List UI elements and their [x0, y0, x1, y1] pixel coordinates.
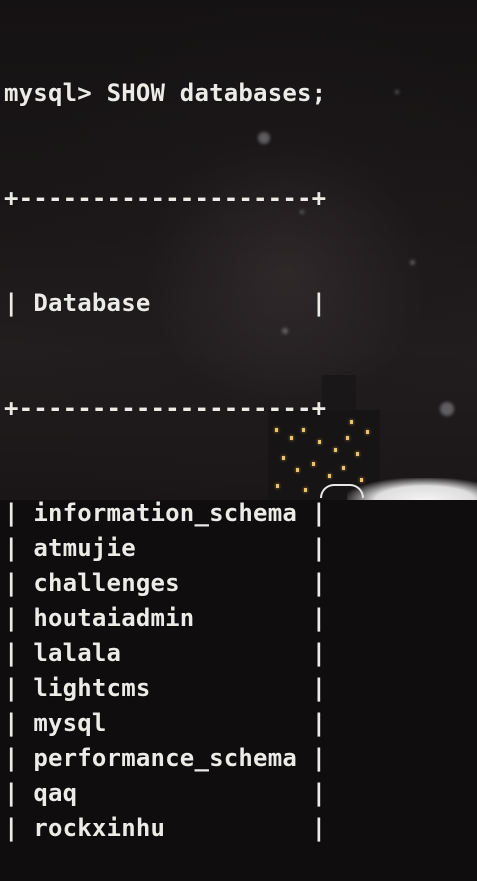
database-name: atmujie — [33, 534, 136, 562]
table-row: | mysql | — [4, 709, 327, 737]
database-name: challenges — [33, 569, 180, 597]
lit-window — [350, 420, 353, 424]
command-line: mysql> SHOW databases; — [4, 76, 326, 111]
lit-window — [346, 436, 349, 440]
database-name: qaq — [33, 779, 78, 807]
database-name: information_schema — [33, 499, 297, 527]
table-header-row: | Database | — [4, 289, 327, 317]
table-row: | performance_schema | — [4, 744, 327, 772]
table-border-mid: +--------------------+ — [4, 394, 327, 422]
mysql-prompt: mysql> — [4, 79, 92, 107]
database-name: houtaiadmin — [33, 604, 195, 632]
lit-window — [356, 452, 359, 456]
database-name: performance_schema — [33, 744, 297, 772]
lit-window — [366, 430, 369, 434]
table-row: | houtaiadmin | — [4, 604, 327, 632]
command-text: SHOW databases; — [106, 79, 327, 107]
database-name: lalala — [33, 639, 122, 667]
table-row: | atmujie | — [4, 534, 327, 562]
table-rows: | information_schema | | atmujie | | chall… — [4, 496, 326, 846]
lit-window — [342, 466, 345, 470]
table-row: | challenges | — [4, 569, 327, 597]
cat-decoration — [347, 478, 477, 500]
table-border-top: +--------------------+ — [4, 184, 327, 212]
lit-window — [328, 474, 331, 478]
database-name: lightcms — [33, 674, 151, 702]
lit-window — [334, 448, 337, 452]
snowflake — [395, 90, 399, 94]
table-row: | qaq | — [4, 779, 327, 807]
table-row: | rockxinhu | — [4, 814, 327, 842]
database-name: rockxinhu — [33, 814, 166, 842]
column-header-database: Database — [33, 289, 151, 317]
table-row: | lalala | — [4, 639, 327, 667]
table-row: | information_schema | — [4, 499, 327, 527]
database-name: mysql — [33, 709, 107, 737]
table-row: | lightcms | — [4, 674, 327, 702]
snowflake — [440, 402, 454, 416]
snowflake — [410, 260, 415, 265]
terminal-output[interactable]: mysql> SHOW databases; +----------------… — [4, 6, 326, 881]
